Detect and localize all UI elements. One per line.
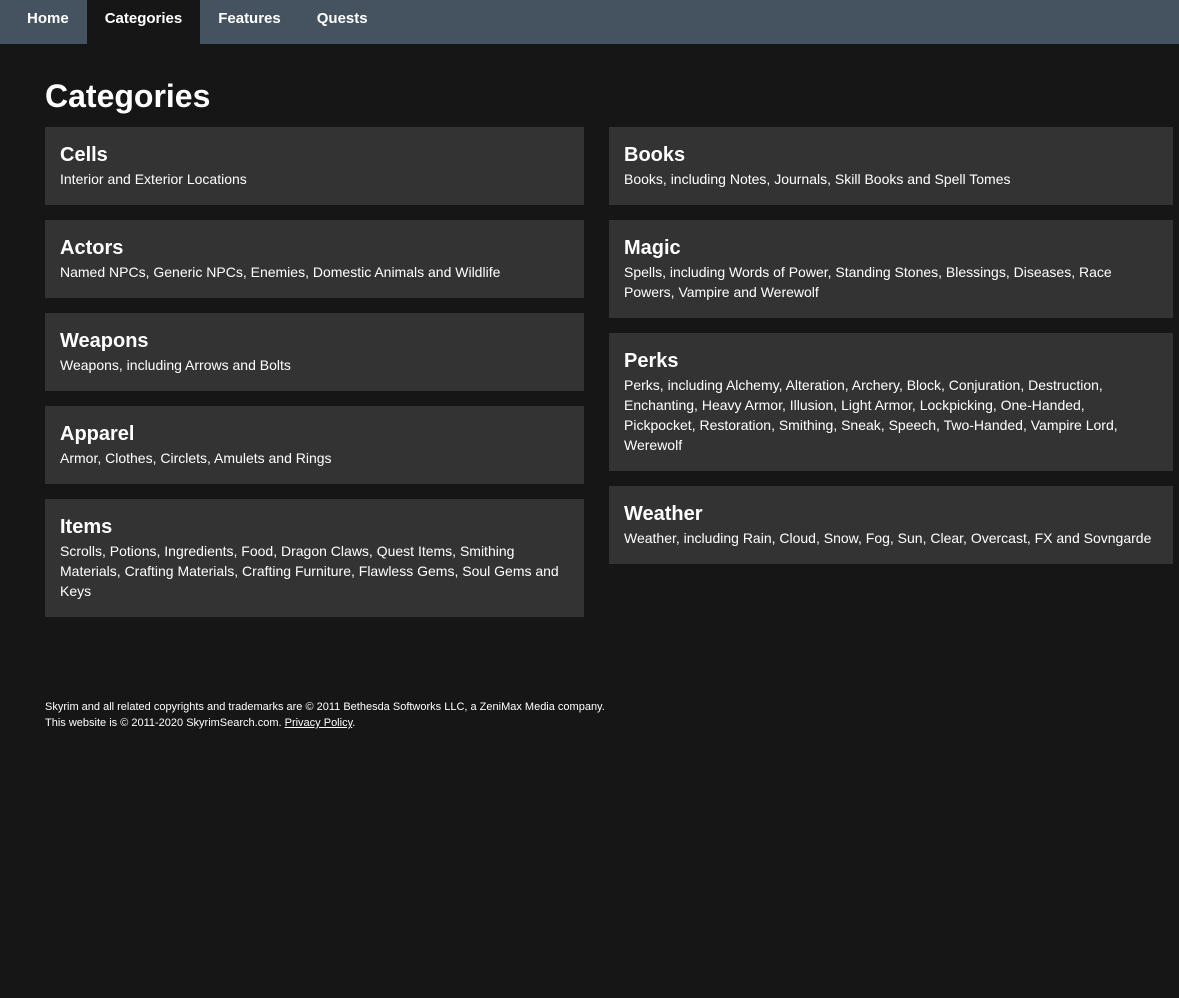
category-card-actors[interactable]: Actors Named NPCs, Generic NPCs, Enemies…: [45, 220, 584, 298]
categories-left-column: Cells Interior and Exterior Locations Ac…: [45, 127, 584, 632]
category-title: Weapons: [60, 330, 149, 352]
category-card-items[interactable]: Items Scrolls, Potions, Ingredients, Foo…: [45, 499, 584, 617]
page-title: Categories: [45, 78, 211, 114]
category-card-weapons[interactable]: Weapons Weapons, including Arrows and Bo…: [45, 313, 584, 391]
category-description: Perks, including Alchemy, Alteration, Ar…: [624, 377, 1118, 453]
category-card-weather[interactable]: Weather Weather, including Rain, Cloud, …: [609, 486, 1173, 564]
categories-right-column: Books Books, including Notes, Journals, …: [609, 127, 1173, 579]
category-title: Apparel: [60, 423, 135, 445]
category-description: Interior and Exterior Locations: [60, 171, 247, 187]
category-title: Perks: [624, 350, 679, 372]
copyright-line: Skyrim and all related copyrights and tr…: [45, 701, 605, 713]
top-navbar: Home Categories Features Quests: [0, 0, 1179, 44]
category-title: Items: [60, 516, 113, 538]
nav-home[interactable]: Home: [0, 0, 87, 44]
nav-features[interactable]: Features: [200, 0, 299, 44]
privacy-policy-link[interactable]: Privacy Policy: [285, 717, 353, 729]
category-description: Armor, Clothes, Circlets, Amulets and Ri…: [60, 450, 332, 466]
category-card-apparel[interactable]: Apparel Armor, Clothes, Circlets, Amulet…: [45, 406, 584, 484]
category-card-books[interactable]: Books Books, including Notes, Journals, …: [609, 127, 1173, 205]
category-title: Books: [624, 144, 686, 166]
category-description: Scrolls, Potions, Ingredients, Food, Dra…: [60, 543, 559, 599]
category-card-perks[interactable]: Perks Perks, including Alchemy, Alterati…: [609, 333, 1173, 471]
page-footer: Skyrim and all related copyrights and tr…: [45, 699, 605, 731]
category-card-magic[interactable]: Magic Spells, including Words of Power, …: [609, 220, 1173, 318]
category-description: Spells, including Words of Power, Standi…: [624, 264, 1112, 300]
category-description: Weather, including Rain, Cloud, Snow, Fo…: [624, 530, 1152, 546]
category-description: Books, including Notes, Journals, Skill …: [624, 171, 1011, 187]
category-title: Magic: [624, 237, 681, 259]
category-title: Actors: [60, 237, 124, 259]
website-copyright-line: This website is © 2011-2020 SkyrimSearch…: [45, 715, 605, 731]
nav-categories[interactable]: Categories: [86, 0, 201, 44]
period-text: .: [352, 717, 356, 729]
category-title: Cells: [60, 144, 108, 166]
category-card-cells[interactable]: Cells Interior and Exterior Locations: [45, 127, 584, 205]
category-description: Named NPCs, Generic NPCs, Enemies, Domes…: [60, 264, 501, 280]
website-copyright-text: This website is © 2011-2020 SkyrimSearch…: [45, 717, 285, 729]
category-title: Weather: [624, 503, 703, 525]
nav-quests[interactable]: Quests: [299, 0, 386, 44]
category-description: Weapons, including Arrows and Bolts: [60, 357, 291, 373]
